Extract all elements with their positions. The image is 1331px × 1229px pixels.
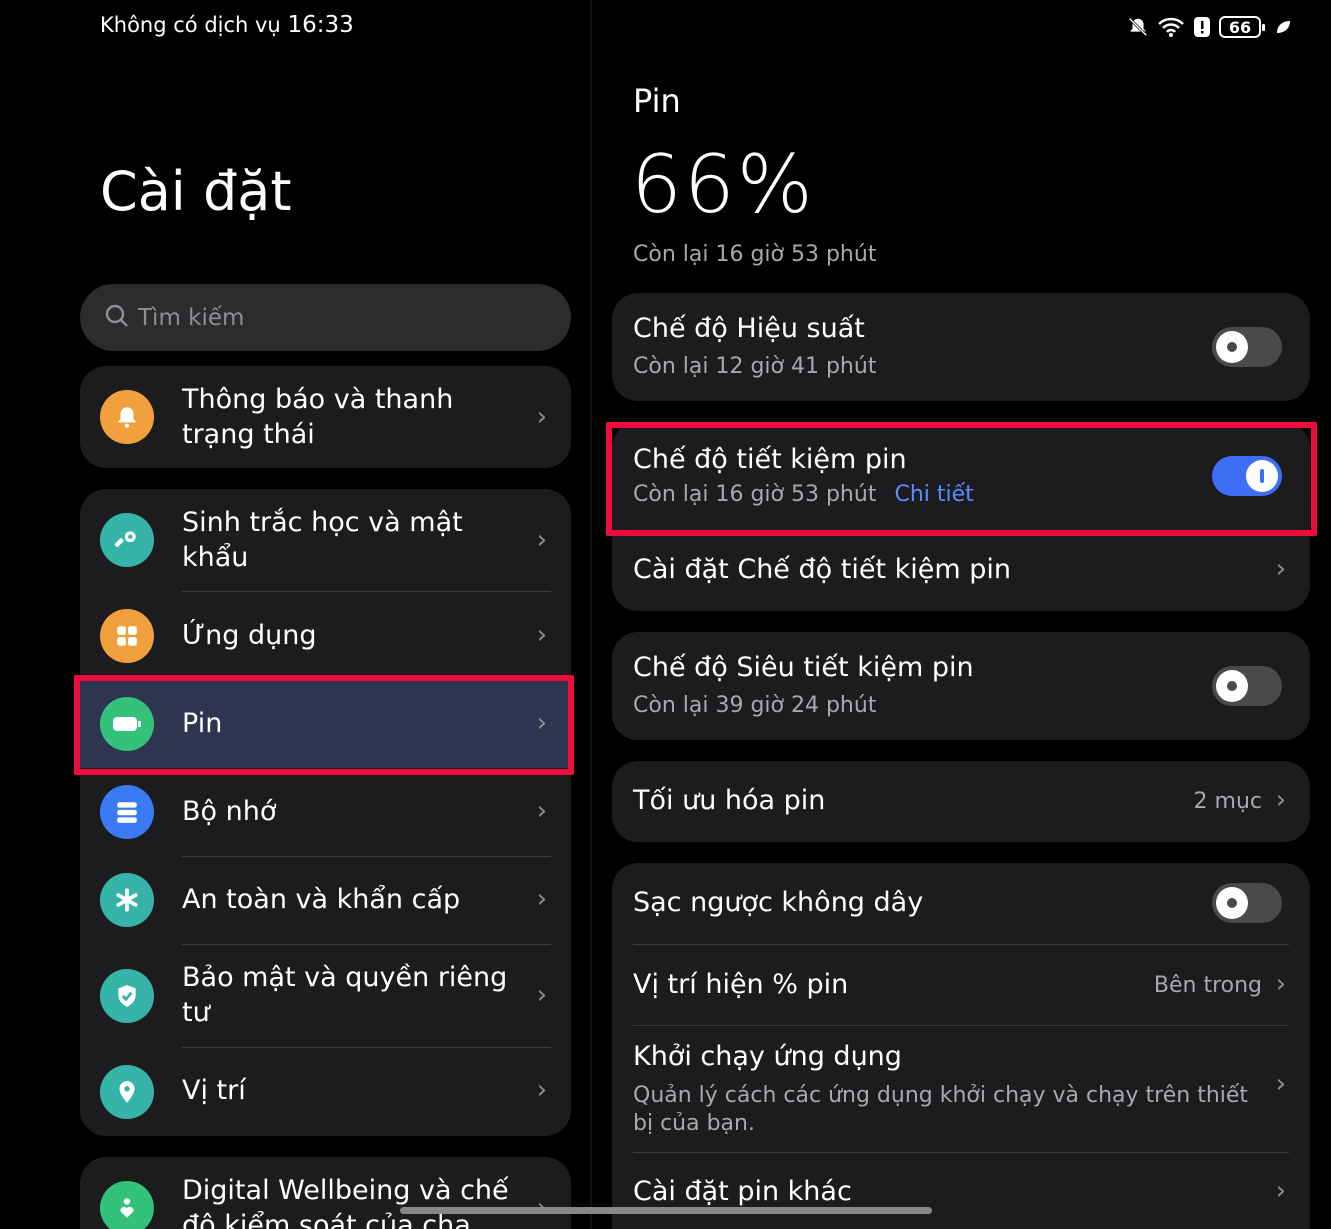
optimize-card: Tối ưu hóa pin 2 mục › bbox=[612, 761, 1310, 842]
asterisk-icon bbox=[100, 873, 154, 927]
settings-item-label: Digital Wellbeing và chế độ kiểm soát củ… bbox=[182, 1175, 509, 1229]
settings-item-label: Thông báo và thanh trạng thái bbox=[182, 384, 454, 450]
chevron-right-icon: › bbox=[536, 796, 547, 826]
settings-item-storage[interactable]: Bộ nhớ › bbox=[80, 768, 571, 856]
ultra-saver-row[interactable]: Chế độ Siêu tiết kiệm pin Còn lại 39 giờ… bbox=[612, 632, 1310, 740]
settings-item-notifications[interactable]: Thông báo và thanh trạng thái › bbox=[80, 366, 571, 468]
settings-item-privacy[interactable]: Bảo mật và quyền riêng tư › bbox=[80, 944, 571, 1047]
settings-item-label: An toàn và khẩn cấp bbox=[182, 884, 461, 915]
settings-item-label: Bảo mật và quyền riêng tư bbox=[182, 962, 508, 1028]
location-icon bbox=[100, 1065, 154, 1119]
other-battery-settings-title: Cài đặt pin khác bbox=[633, 1176, 852, 1207]
battery-optimize-value: 2 mục bbox=[1193, 789, 1262, 814]
performance-mode-subtitle: Còn lại 12 giờ 41 phút bbox=[633, 354, 877, 379]
battery-saver-title: Chế độ tiết kiệm pin bbox=[633, 444, 907, 475]
chevron-right-icon: › bbox=[1275, 1176, 1286, 1206]
battery-page-title: Pin bbox=[633, 82, 681, 120]
mute-bell-icon bbox=[1127, 14, 1149, 40]
battery-saver-settings-row[interactable]: Cài đặt Chế độ tiết kiệm pin › bbox=[612, 530, 1310, 611]
settings-item-safety[interactable]: An toàn và khẩn cấp › bbox=[80, 856, 571, 944]
alert-icon bbox=[1193, 14, 1211, 40]
page-title: Cài đặt bbox=[100, 160, 292, 223]
performance-mode-toggle[interactable] bbox=[1212, 327, 1282, 367]
ultra-saver-card: Chế độ Siêu tiết kiệm pin Còn lại 39 giờ… bbox=[612, 632, 1310, 740]
settings-item-location[interactable]: Vị trí › bbox=[80, 1047, 571, 1136]
settings-item-label: Vị trí bbox=[182, 1075, 246, 1106]
reverse-charging-title: Sạc ngược không dây bbox=[633, 887, 924, 918]
battery-saver-subtitle-line: Còn lại 16 giờ 53 phút Chi tiết bbox=[633, 482, 974, 507]
battery-saver-toggle[interactable] bbox=[1212, 456, 1282, 496]
reverse-charging-toggle[interactable] bbox=[1212, 883, 1282, 923]
percent-position-title: Vị trí hiện % pin bbox=[633, 969, 849, 1000]
performance-card: Chế độ Hiệu suất Còn lại 12 giờ 41 phút bbox=[612, 293, 1310, 401]
chevron-right-icon: › bbox=[536, 525, 547, 555]
battery-remaining: Còn lại 16 giờ 53 phút bbox=[633, 242, 877, 267]
percent-position-row[interactable]: Vị trí hiện % pin Bên trong › bbox=[612, 945, 1310, 1025]
chevron-right-icon: › bbox=[536, 1075, 547, 1105]
apps-icon bbox=[100, 609, 154, 663]
performance-mode-row[interactable]: Chế độ Hiệu suất Còn lại 12 giờ 41 phút bbox=[612, 293, 1310, 401]
performance-mode-title: Chế độ Hiệu suất bbox=[633, 313, 865, 344]
storage-icon bbox=[100, 785, 154, 839]
home-indicator[interactable] bbox=[400, 1207, 932, 1214]
ultra-saver-toggle[interactable] bbox=[1212, 666, 1282, 706]
bell-icon bbox=[100, 390, 154, 444]
battery-percent: 66% bbox=[631, 138, 815, 231]
chevron-right-icon: › bbox=[1275, 554, 1286, 584]
shield-icon bbox=[100, 969, 154, 1023]
search-placeholder: Tìm kiếm bbox=[138, 304, 245, 331]
settings-item-label: Ứng dụng bbox=[182, 620, 317, 651]
chevron-right-icon: › bbox=[536, 402, 547, 432]
leaf-icon bbox=[1275, 14, 1291, 40]
ultra-saver-title: Chế độ Siêu tiết kiệm pin bbox=[633, 652, 974, 683]
chevron-right-icon: › bbox=[536, 620, 547, 650]
settings-item-label: Pin bbox=[182, 708, 223, 739]
battery-saver-row[interactable]: Chế độ tiết kiệm pin Còn lại 16 giờ 53 p… bbox=[612, 422, 1310, 530]
battery-icon bbox=[100, 697, 154, 751]
status-bar-left: Không có dịch vụ 16:33 bbox=[100, 12, 354, 38]
chevron-right-icon: › bbox=[1275, 785, 1286, 815]
settings-card-main: Sinh trắc học và mật khẩu › Ứng dụng › P… bbox=[80, 489, 571, 1136]
other-battery-settings-row[interactable]: Cài đặt pin khác › bbox=[612, 1152, 1310, 1229]
search-icon bbox=[104, 303, 130, 333]
settings-item-apps[interactable]: Ứng dụng › bbox=[80, 592, 571, 680]
search-input[interactable]: Tìm kiếm bbox=[80, 284, 571, 351]
details-link[interactable]: Chi tiết bbox=[894, 482, 973, 507]
settings-item-battery[interactable]: Pin › bbox=[80, 680, 571, 768]
chevron-right-icon: › bbox=[536, 884, 547, 914]
settings-card-notifications: Thông báo và thanh trạng thái › bbox=[80, 366, 571, 468]
battery-optimize-title: Tối ưu hóa pin bbox=[633, 785, 826, 816]
heart-person-icon bbox=[100, 1181, 154, 1229]
battery-saver-subtitle: Còn lại 16 giờ 53 phút bbox=[633, 482, 877, 507]
chevron-right-icon: › bbox=[1275, 969, 1286, 999]
settings-item-biometrics[interactable]: Sinh trắc học và mật khẩu › bbox=[80, 489, 571, 592]
chevron-right-icon: › bbox=[536, 980, 547, 1010]
reverse-charging-row[interactable]: Sạc ngược không dây bbox=[612, 863, 1310, 945]
chevron-right-icon: › bbox=[1275, 1069, 1286, 1099]
settings-item-label: Sinh trắc học và mật khẩu bbox=[182, 507, 463, 573]
status-bar-right: 66 bbox=[1127, 14, 1291, 40]
percent-position-value: Bên trong bbox=[1153, 973, 1262, 998]
more-settings-card: Sạc ngược không dây Vị trí hiện % pin Bê… bbox=[612, 863, 1310, 1229]
key-icon bbox=[100, 513, 154, 567]
ultra-saver-subtitle: Còn lại 39 giờ 24 phút bbox=[633, 693, 877, 718]
app-startup-row[interactable]: Khởi chạy ứng dụng Quản lý cách các ứng … bbox=[612, 1025, 1310, 1152]
wifi-icon bbox=[1157, 14, 1185, 40]
battery-indicator: 66 bbox=[1219, 16, 1265, 38]
app-startup-subtitle: Quản lý cách các ứng dụng khởi chạy và c… bbox=[633, 1083, 1249, 1136]
battery-saver-settings-title: Cài đặt Chế độ tiết kiệm pin bbox=[633, 554, 1011, 585]
settings-card-wellbeing: Digital Wellbeing và chế độ kiểm soát củ… bbox=[80, 1157, 571, 1229]
app-startup-title: Khởi chạy ứng dụng bbox=[633, 1041, 902, 1072]
settings-item-label: Bộ nhớ bbox=[182, 796, 277, 827]
battery-saver-card: Chế độ tiết kiệm pin Còn lại 16 giờ 53 p… bbox=[612, 422, 1310, 611]
carrier-text: Không có dịch vụ bbox=[100, 13, 281, 37]
battery-optimize-row[interactable]: Tối ưu hóa pin 2 mục › bbox=[612, 761, 1310, 842]
pane-divider bbox=[590, 0, 592, 1229]
chevron-right-icon: › bbox=[536, 708, 547, 738]
clock: 16:33 bbox=[287, 12, 354, 38]
settings-item-wellbeing[interactable]: Digital Wellbeing và chế độ kiểm soát củ… bbox=[80, 1157, 571, 1229]
